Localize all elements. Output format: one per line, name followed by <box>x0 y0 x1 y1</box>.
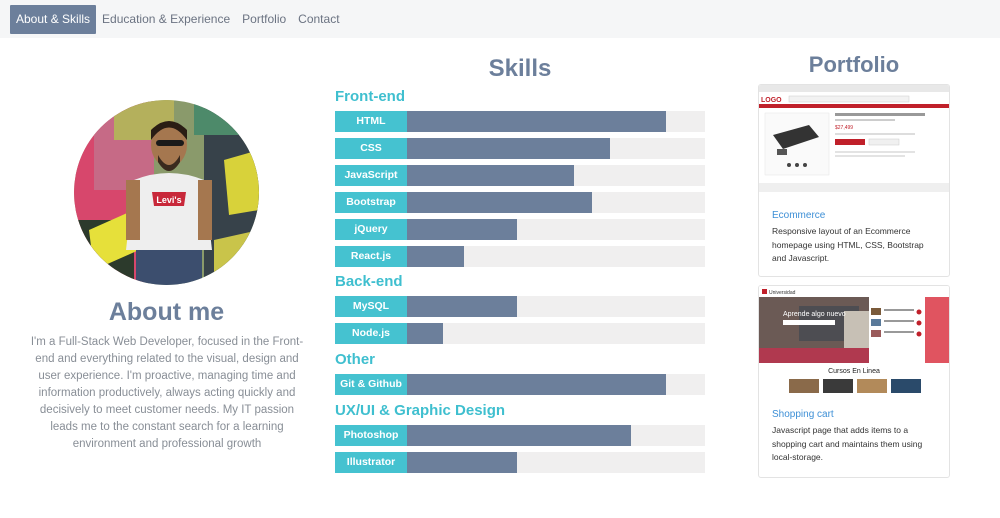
skill-bar-nodejs: Node.js <box>335 323 705 344</box>
skill-bar-javascript: JavaScript <box>335 165 705 186</box>
skill-label: JavaScript <box>335 165 407 186</box>
shopping-cart-link[interactable]: Shopping cart <box>772 409 834 420</box>
about-title: About me <box>108 298 225 326</box>
about-description: I'm a Full-Stack Web Developer, focused … <box>30 336 304 450</box>
portfolio-card-shopping-cart: Universidad Aprende algo nuevo Cursos En… <box>758 285 950 478</box>
shirt-logo-text: Levi's <box>156 195 181 205</box>
thumb-section-text: Cursos En Linea <box>828 368 880 375</box>
skill-fill <box>407 138 610 159</box>
skill-bar-photoshop: Photoshop <box>335 425 705 446</box>
navbar: About & Skills Education & Experience Po… <box>0 0 1000 38</box>
skill-bar-html: HTML <box>335 111 705 132</box>
skill-fill <box>407 296 517 317</box>
thumb-hero-text: Aprende algo nuevo <box>783 311 846 318</box>
ecommerce-description: Responsive layout of an Ecommerce homepa… <box>772 226 924 263</box>
skill-fill <box>407 323 443 344</box>
skills-section-other: Other <box>335 351 376 368</box>
skill-bar-illustrator: Illustrator <box>335 452 705 473</box>
skill-label: Git & Github <box>335 374 407 395</box>
skill-label: Bootstrap <box>335 192 407 213</box>
skill-label: CSS <box>335 138 407 159</box>
skills-title: Skills <box>488 55 552 82</box>
skills-section-frontend: Front-end <box>335 88 405 105</box>
ecommerce-thumbnail-illustration: LOGO $27,499 <box>759 85 949 192</box>
skill-bar-css: CSS <box>335 138 705 159</box>
ecommerce-link[interactable]: Ecommerce <box>772 210 825 221</box>
shopping-cart-thumbnail-illustration: Universidad Aprende algo nuevo Cursos En… <box>759 286 949 393</box>
skills-section-uxui: UX/UI & Graphic Design <box>335 402 506 419</box>
skills-section-backend: Back-end <box>335 273 403 290</box>
skill-label: MySQL <box>335 296 407 317</box>
skill-fill <box>407 165 574 186</box>
skill-label: Illustrator <box>335 452 407 473</box>
nav-education-experience[interactable]: Education & Experience <box>96 5 236 34</box>
thumb-brand-text: Universidad <box>769 290 796 296</box>
skill-bar-mysql: MySQL <box>335 296 705 317</box>
nav-about-skills[interactable]: About & Skills <box>10 4 97 34</box>
skill-label: HTML <box>335 111 407 132</box>
skill-fill <box>407 192 592 213</box>
skill-label: jQuery <box>335 219 407 240</box>
nav-contact[interactable]: Contact <box>292 5 345 34</box>
skill-fill <box>407 111 666 132</box>
skill-fill <box>407 425 631 446</box>
skill-label: React.js <box>335 246 407 267</box>
skill-label: Photoshop <box>335 425 407 446</box>
nav-portfolio[interactable]: Portfolio <box>236 5 292 34</box>
skill-bar-git-github: Git & Github <box>335 374 705 395</box>
skill-bar-bootstrap: Bootstrap <box>335 192 705 213</box>
shopping-cart-description: Javascript page that adds items to a sho… <box>772 425 923 462</box>
profile-photo: Levi's <box>74 100 259 285</box>
profile-photo-illustration: Levi's <box>74 100 259 285</box>
skill-fill <box>407 219 517 240</box>
skill-fill <box>407 246 464 267</box>
skill-fill <box>407 452 517 473</box>
thumb-price-text: $27,499 <box>835 125 853 131</box>
skill-bar-jquery: jQuery <box>335 219 705 240</box>
portfolio-thumbnail[interactable]: Universidad Aprende algo nuevo Cursos En… <box>759 286 949 393</box>
portfolio-title: Portfolio <box>808 52 900 77</box>
skill-fill <box>407 374 666 395</box>
portfolio-thumbnail[interactable]: LOGO $27,499 <box>759 85 949 192</box>
skill-bar-reactjs: React.js <box>335 246 705 267</box>
thumb-logo-text: LOGO <box>761 97 782 104</box>
portfolio-card-ecommerce: LOGO $27,499 Ecommerce Responsive layout… <box>758 84 950 277</box>
skill-label: Node.js <box>335 323 407 344</box>
